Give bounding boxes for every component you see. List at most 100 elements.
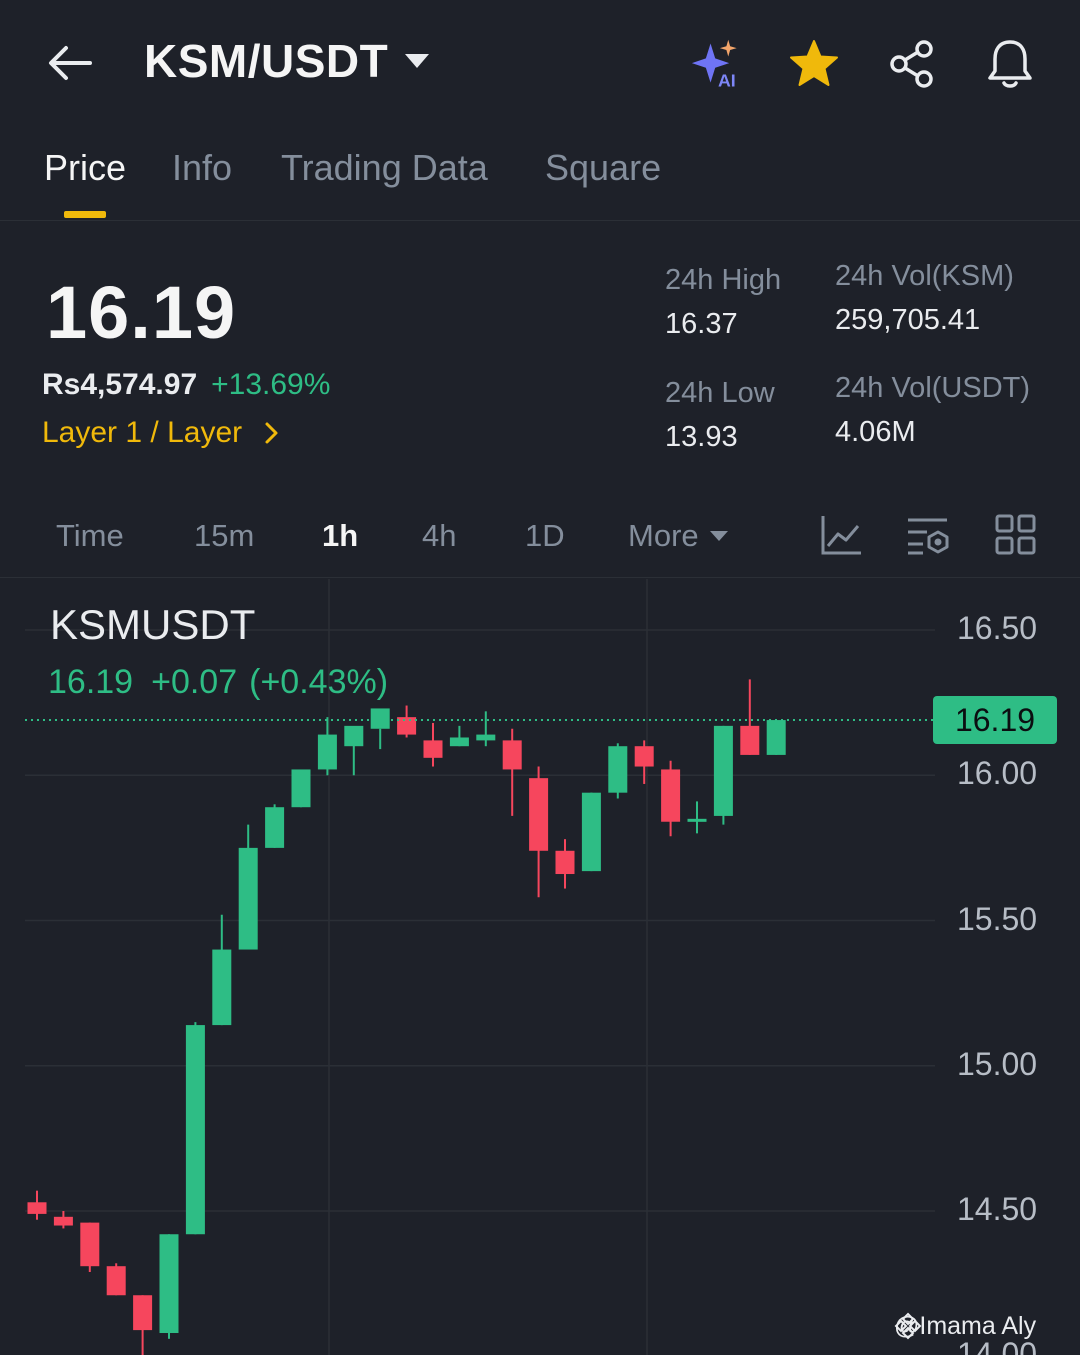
line-chart-icon[interactable] (818, 512, 864, 558)
candle (291, 769, 311, 808)
candle-body (370, 708, 390, 729)
chart-price-info: 16.19 +0.07 (+0.43%) (48, 663, 388, 702)
y-tick-label: 15.00 (957, 1045, 1038, 1082)
vol-quote-value: 4.06M (835, 416, 916, 448)
change-percent: +13.69% (211, 368, 331, 401)
candle-body (344, 725, 364, 747)
ai-label: AI (718, 70, 736, 90)
tab-square[interactable]: Square (545, 147, 661, 189)
candle-body (133, 1295, 153, 1331)
candle-body (608, 746, 628, 793)
header-bar: KSM/USDT AI (0, 0, 1080, 125)
candle (317, 717, 337, 776)
ai-sparkle-icon: AI (691, 39, 737, 90)
interval-time[interactable]: Time (56, 518, 124, 554)
candlestick-chart[interactable]: KSMUSDT 16.19 +0.07 (+0.43%) 16.50 16.00 1… (0, 579, 1080, 1355)
candle-body (80, 1222, 100, 1267)
candle (529, 766, 549, 898)
ticker-summary: 16.19 Rs4,574.97 +13.69% Layer 1 / Layer… (0, 222, 1080, 492)
vol-base-value: 259,705.41 (835, 304, 981, 336)
candle-body (502, 740, 522, 770)
chart-info-price: 16.19 (48, 663, 134, 701)
share-button[interactable] (884, 36, 940, 92)
interval-more-label: More (628, 518, 699, 553)
candle (634, 740, 654, 784)
grid-layout-icon[interactable] (993, 512, 1039, 558)
candle-body (317, 734, 337, 770)
candle-body (212, 949, 232, 1026)
favorite-button[interactable] (786, 36, 842, 92)
candle (53, 1211, 73, 1229)
candle (581, 792, 601, 872)
tab-info[interactable]: Info (172, 147, 232, 189)
candle (159, 1234, 179, 1339)
high-label: 24h High (665, 264, 782, 296)
interval-4h[interactable]: 4h (422, 518, 456, 554)
current-price-badge: 16.19 (933, 696, 1057, 744)
y-tick-label: 16.00 (957, 755, 1038, 792)
candle-body (291, 769, 311, 808)
candle-body (687, 818, 707, 822)
caret-down-icon (709, 531, 728, 541)
candle (397, 705, 417, 738)
share-icon (890, 40, 933, 88)
candle (133, 1295, 153, 1355)
candle (476, 711, 496, 747)
candle-body (159, 1234, 179, 1334)
pair-title: KSM/USDT (144, 35, 389, 87)
candle-body (581, 792, 601, 872)
tab-price[interactable]: Price (44, 147, 126, 189)
chart-symbol: KSMUSDT (50, 601, 256, 648)
tab-trading-data[interactable]: Trading Data (281, 147, 488, 189)
candle (423, 722, 443, 767)
candle-body (397, 717, 417, 735)
fiat-price: Rs4,574.97 (42, 368, 198, 401)
chart-info-change: +0.07 (151, 663, 238, 701)
chart-candles (27, 679, 786, 1355)
section-tabs: Price Info Trading Data Square (0, 125, 1080, 221)
candle-body (555, 850, 575, 875)
pair-selector[interactable]: KSM/USDT (144, 34, 430, 88)
back-arrow-icon (49, 46, 92, 80)
indicator-settings-icon[interactable] (905, 512, 951, 558)
candle (449, 725, 469, 747)
candle-body (529, 778, 549, 851)
interval-1h[interactable]: 1h (322, 518, 358, 554)
candle-body (476, 734, 496, 741)
back-button[interactable] (44, 40, 96, 86)
candle (555, 839, 575, 889)
category-tag-link[interactable]: Layer 1 / Layer (42, 416, 280, 450)
candle (502, 728, 522, 816)
candle (661, 760, 681, 837)
candle (740, 679, 760, 755)
candle (106, 1263, 126, 1296)
candle (265, 804, 285, 848)
interval-15m[interactable]: 15m (194, 518, 254, 554)
candle-body (740, 725, 760, 755)
candle-body (423, 740, 443, 758)
candle (238, 824, 258, 950)
binance-logo-icon (894, 1312, 922, 1340)
category-tag: Layer 1 / Layer (42, 416, 243, 449)
candle (212, 914, 232, 1026)
interval-more[interactable]: More (628, 518, 729, 554)
last-price: 16.19 (46, 271, 237, 354)
candle (608, 743, 628, 799)
candle-body (53, 1216, 73, 1226)
chart-info-change-pct: (+0.43%) (249, 663, 389, 701)
watermark: @Imama Aly (894, 1312, 1036, 1341)
star-icon (790, 40, 838, 86)
candle-body (766, 720, 786, 755)
high-value: 16.37 (665, 308, 738, 340)
alert-button[interactable] (982, 36, 1038, 92)
candle-body (238, 847, 258, 950)
vol-quote-label: 24h Vol(USDT) (835, 372, 1031, 404)
interval-1d[interactable]: 1D (525, 518, 565, 554)
candle-body (185, 1025, 205, 1235)
candle (344, 725, 364, 776)
candle-body (634, 746, 654, 767)
interval-bar: Time 15m 1h 4h 1D More (0, 492, 1080, 578)
fiat-row: Rs4,574.97 +13.69% (42, 368, 330, 402)
caret-down-icon (405, 54, 430, 68)
ai-button[interactable]: AI (690, 36, 746, 92)
